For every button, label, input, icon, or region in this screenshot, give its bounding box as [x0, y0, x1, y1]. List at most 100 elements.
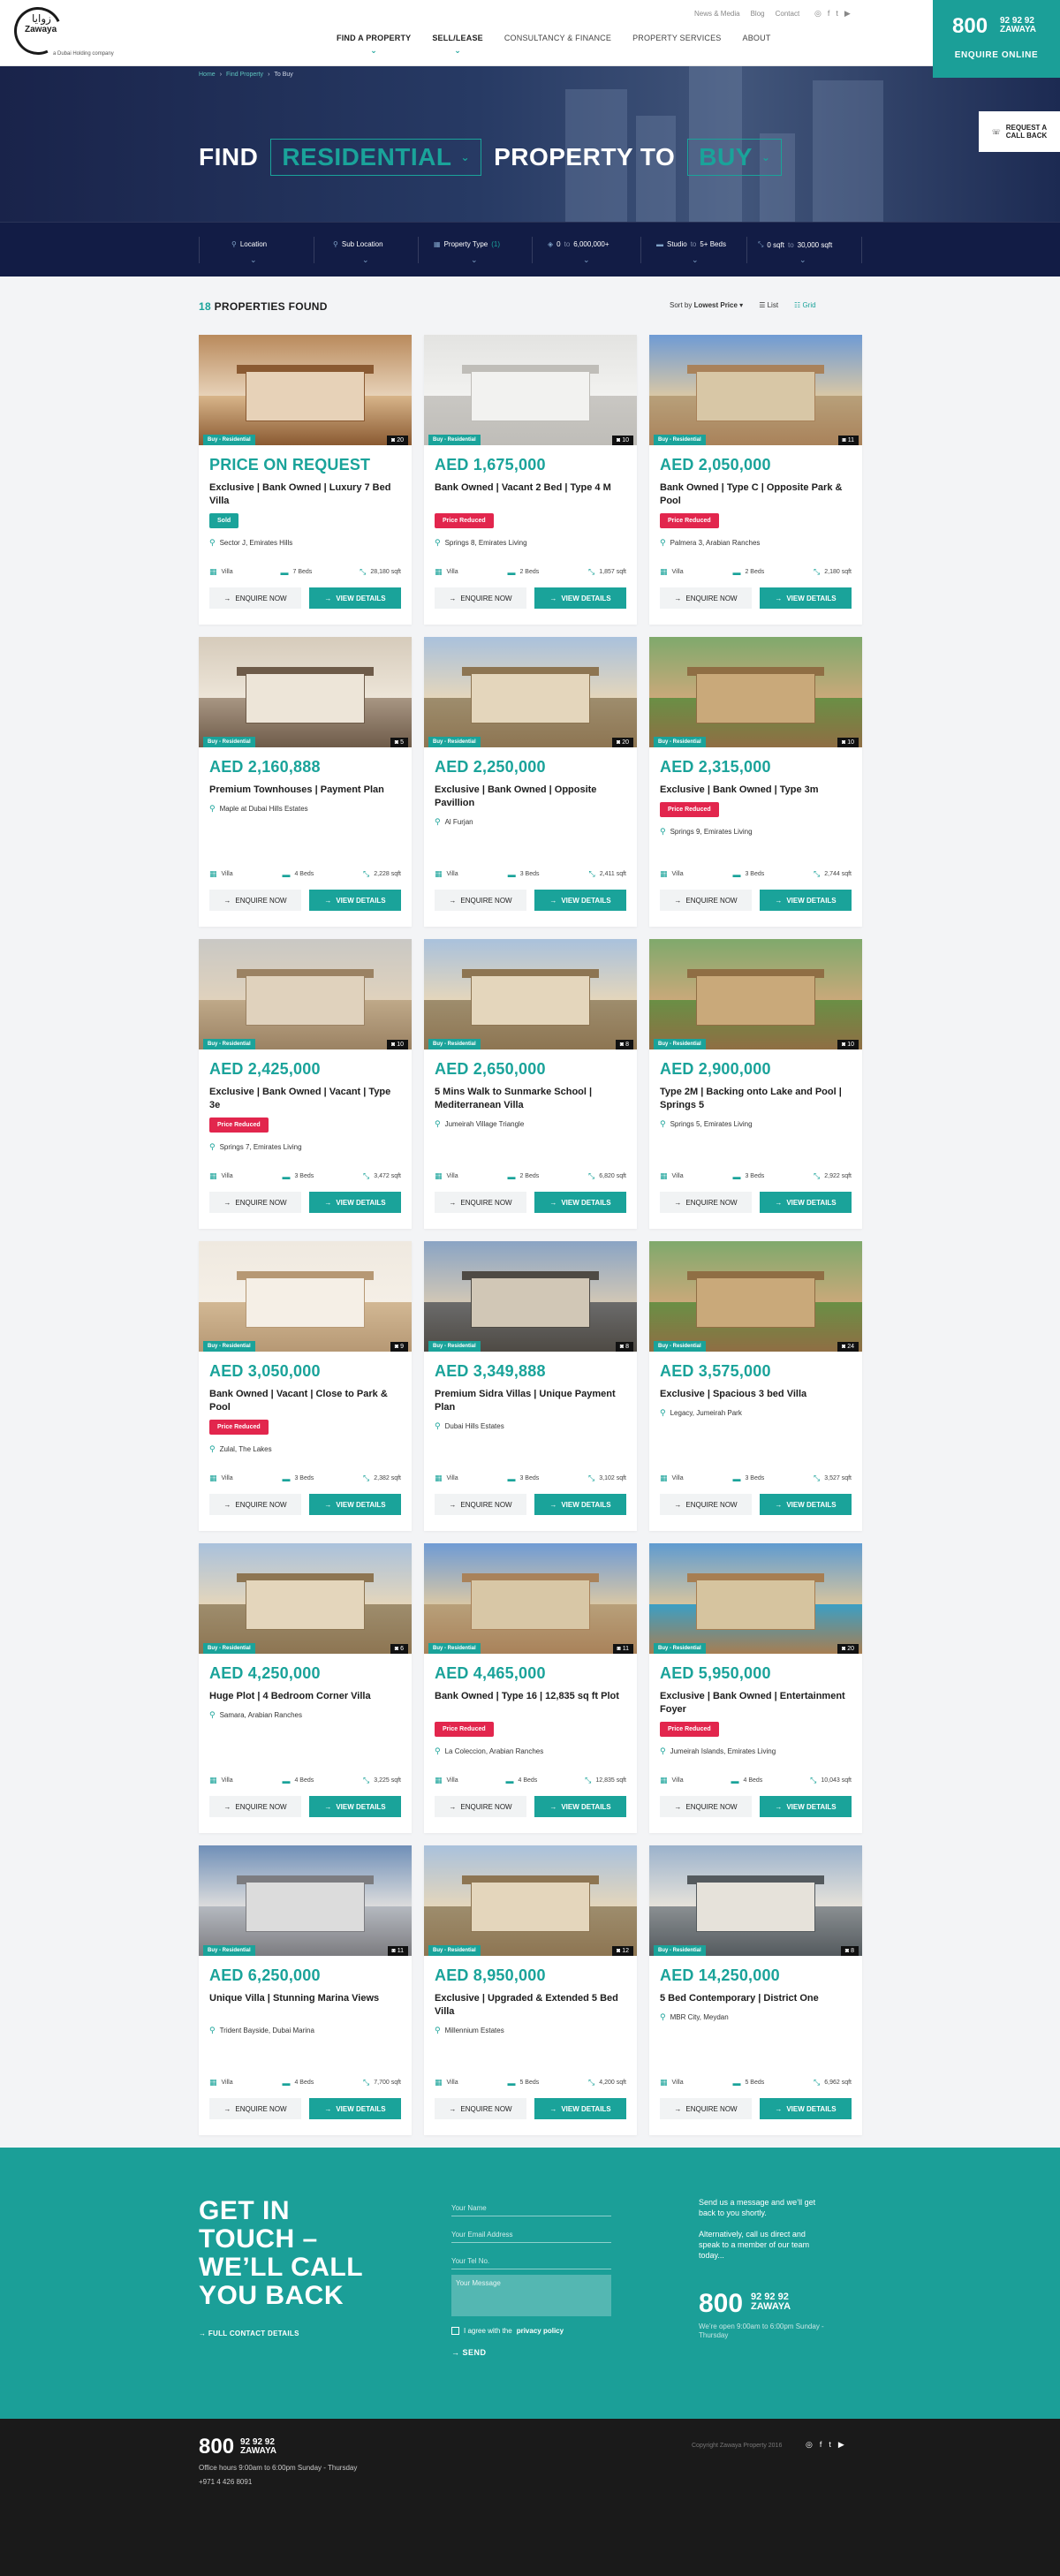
view-details-button[interactable]: → VIEW DETAILS [534, 2098, 626, 2119]
property-card[interactable]: Buy - Residential ◙ 10 AED 1,675,000 Ban… [424, 335, 637, 625]
checkbox[interactable] [451, 2327, 459, 2335]
listing-title[interactable]: Exclusive | Bank Owned | Vacant | Type 3… [209, 1086, 399, 1112]
property-photo[interactable]: Buy - Residential ◙ 12 [424, 1845, 637, 1956]
zawaya-logo[interactable]: زوايا Zawaya a Dubai Holding company [7, 0, 114, 62]
listing-title[interactable]: Bank Owned | Type C | Opposite Park & Po… [660, 481, 850, 508]
send-button[interactable]: → SEND [451, 2348, 487, 2357]
enquire-online-link[interactable]: ENQUIRE ONLINE [933, 50, 1060, 60]
listing-title[interactable]: 5 Mins Walk to Sunmarke School | Mediter… [435, 1086, 625, 1112]
listing-title[interactable]: Exclusive | Bank Owned | Opposite Pavill… [435, 784, 625, 810]
view-details-button[interactable]: → VIEW DETAILS [534, 1192, 626, 1213]
enquire-now-button[interactable]: → ENQUIRE NOW [660, 2098, 752, 2119]
filter-price[interactable]: ◈ 0 to 6,000,000+ [548, 240, 610, 248]
property-photo[interactable]: Buy - Residential ◙ 24 [649, 1241, 862, 1352]
view-details-button[interactable]: → VIEW DETAILS [309, 890, 401, 911]
listing-title[interactable]: Exclusive | Bank Owned | Type 3m [660, 784, 850, 797]
enquire-now-button[interactable]: → ENQUIRE NOW [435, 1192, 526, 1213]
property-photo[interactable]: Buy - Residential ◙ 5 [199, 637, 412, 747]
property-photo[interactable]: Buy - Residential ◙ 10 [199, 939, 412, 1049]
listing-title[interactable]: 5 Bed Contemporary | District One [660, 1992, 850, 2005]
listing-title[interactable]: Exclusive | Bank Owned | Luxury 7 Bed Vi… [209, 481, 399, 508]
property-card[interactable]: Buy - Residential ◙ 10 AED 2,425,000 Exc… [199, 939, 412, 1229]
grid-view-toggle[interactable]: ☷ Grid [794, 301, 816, 309]
view-details-button[interactable]: → VIEW DETAILS [760, 1494, 852, 1515]
twitter-icon[interactable]: t [829, 2440, 831, 2450]
facebook-icon[interactable]: f [828, 9, 830, 19]
nav-property-services[interactable]: PROPERTY SERVICES [632, 34, 721, 42]
view-details-button[interactable]: → VIEW DETAILS [309, 1494, 401, 1515]
property-photo[interactable]: Buy - Residential ◙ 8 [649, 1845, 862, 1956]
footer-phone[interactable]: +971 4 426 8091 [199, 2478, 252, 2486]
property-card[interactable]: Buy - Residential ◙ 20 AED 2,250,000 Exc… [424, 637, 637, 927]
property-photo[interactable]: Buy - Residential ◙ 20 [424, 637, 637, 747]
top-link-contact[interactable]: Contact [776, 10, 800, 18]
listing-title[interactable]: Exclusive | Upgraded & Extended 5 Bed Vi… [435, 1992, 625, 2019]
property-photo[interactable]: Buy - Residential ◙ 10 [424, 335, 637, 445]
enquire-now-button[interactable]: → ENQUIRE NOW [660, 1192, 752, 1213]
property-photo[interactable]: Buy - Residential ◙ 11 [424, 1543, 637, 1654]
enquire-now-button[interactable]: → ENQUIRE NOW [209, 890, 301, 911]
listing-title[interactable]: Exclusive | Spacious 3 bed Villa [660, 1388, 850, 1401]
property-card[interactable]: Buy - Residential ◙ 11 AED 6,250,000 Uni… [199, 1845, 412, 2135]
privacy-policy-link[interactable]: privacy policy [517, 2327, 564, 2335]
youtube-icon[interactable]: ▶ [844, 9, 851, 19]
privacy-consent[interactable]: I agree with the privacy policy [451, 2327, 564, 2335]
view-details-button[interactable]: → VIEW DETAILS [309, 1192, 401, 1213]
full-contact-link[interactable]: → FULL CONTACT DETAILS [199, 2330, 299, 2337]
nav-consultancy-finance[interactable]: CONSULTANCY & FINANCE [504, 34, 611, 42]
enquire-now-button[interactable]: → ENQUIRE NOW [209, 1192, 301, 1213]
listing-title[interactable]: Premium Townhouses | Payment Plan [209, 784, 399, 797]
listing-title[interactable]: Bank Owned | Vacant | Close to Park & Po… [209, 1388, 399, 1414]
property-photo[interactable]: Buy - Residential ◙ 20 [649, 1543, 862, 1654]
filter-beds[interactable]: ▬ Studio to 5+ Beds [656, 240, 726, 248]
enquire-now-button[interactable]: → ENQUIRE NOW [660, 1796, 752, 1817]
property-photo[interactable]: Buy - Residential ◙ 8 [424, 939, 637, 1049]
breadcrumb-home[interactable]: Home [199, 72, 216, 78]
view-details-button[interactable]: → VIEW DETAILS [309, 1796, 401, 1817]
youtube-icon[interactable]: ▶ [838, 2440, 844, 2450]
property-card[interactable]: Buy - Residential ◙ 20 PRICE ON REQUEST … [199, 335, 412, 625]
listing-title[interactable]: Premium Sidra Villas | Unique Payment Pl… [435, 1388, 625, 1414]
property-photo[interactable]: Buy - Residential ◙ 8 [424, 1241, 637, 1352]
enquire-now-button[interactable]: → ENQUIRE NOW [209, 1494, 301, 1515]
view-details-button[interactable]: → VIEW DETAILS [534, 1494, 626, 1515]
nav-sell-lease[interactable]: SELL/LEASE ⌄ [432, 34, 483, 55]
view-details-button[interactable]: → VIEW DETAILS [760, 890, 852, 911]
listing-title[interactable]: Unique Villa | Stunning Marina Views [209, 1992, 399, 2005]
tel-field[interactable]: Your Tel No. [451, 2257, 611, 2269]
listing-title[interactable]: Huge Plot | 4 Bedroom Corner Villa [209, 1690, 399, 1703]
view-details-button[interactable]: → VIEW DETAILS [760, 2098, 852, 2119]
nav-find-a-property[interactable]: FIND A PROPERTY ⌄ [337, 34, 411, 55]
enquire-now-button[interactable]: → ENQUIRE NOW [209, 2098, 301, 2119]
enquire-now-button[interactable]: → ENQUIRE NOW [660, 890, 752, 911]
instagram-icon[interactable]: ◎ [806, 2440, 813, 2450]
message-field[interactable]: Your Message [451, 2275, 611, 2316]
enquire-now-button[interactable]: → ENQUIRE NOW [660, 587, 752, 609]
listing-title[interactable]: Bank Owned | Type 16 | 12,835 sq ft Plot [435, 1690, 625, 1703]
property-card[interactable]: Buy - Residential ◙ 6 AED 4,250,000 Huge… [199, 1543, 412, 1833]
view-details-button[interactable]: → VIEW DETAILS [309, 587, 401, 609]
listing-title[interactable]: Exclusive | Bank Owned | Entertainment F… [660, 1690, 850, 1716]
property-card[interactable]: Buy - Residential ◙ 11 AED 4,465,000 Ban… [424, 1543, 637, 1833]
property-card[interactable]: Buy - Residential ◙ 24 AED 3,575,000 Exc… [649, 1241, 862, 1531]
view-details-button[interactable]: → VIEW DETAILS [309, 2098, 401, 2119]
twitter-icon[interactable]: t [836, 9, 838, 19]
view-details-button[interactable]: → VIEW DETAILS [760, 1192, 852, 1213]
property-photo[interactable]: Buy - Residential ◙ 9 [199, 1241, 412, 1352]
property-photo[interactable]: Buy - Residential ◙ 6 [199, 1543, 412, 1654]
enquire-now-button[interactable]: → ENQUIRE NOW [209, 587, 301, 609]
property-card[interactable]: Buy - Residential ◙ 8 AED 3,349,888 Prem… [424, 1241, 637, 1531]
top-link-blog[interactable]: Blog [751, 10, 765, 18]
property-photo[interactable]: Buy - Residential ◙ 11 [199, 1845, 412, 1956]
property-card[interactable]: Buy - Residential ◙ 10 AED 2,900,000 Typ… [649, 939, 862, 1229]
property-card[interactable]: Buy - Residential ◙ 9 AED 3,050,000 Bank… [199, 1241, 412, 1531]
property-card[interactable]: Buy - Residential ◙ 11 AED 2,050,000 Ban… [649, 335, 862, 625]
enquire-now-button[interactable]: → ENQUIRE NOW [435, 587, 526, 609]
instagram-icon[interactable]: ◎ [814, 9, 822, 19]
property-card[interactable]: Buy - Residential ◙ 20 AED 5,950,000 Exc… [649, 1543, 862, 1833]
filter-area[interactable]: ⤡ 0 sqft to 30,000 sqft [758, 240, 832, 249]
phone-cta[interactable]: 800 92 92 92 ZAWAYA ENQUIRE ONLINE [933, 0, 1060, 78]
enquire-now-button[interactable]: → ENQUIRE NOW [660, 1494, 752, 1515]
transaction-mode-select[interactable]: BUY ⌄ [687, 139, 783, 176]
enquire-now-button[interactable]: → ENQUIRE NOW [209, 1796, 301, 1817]
